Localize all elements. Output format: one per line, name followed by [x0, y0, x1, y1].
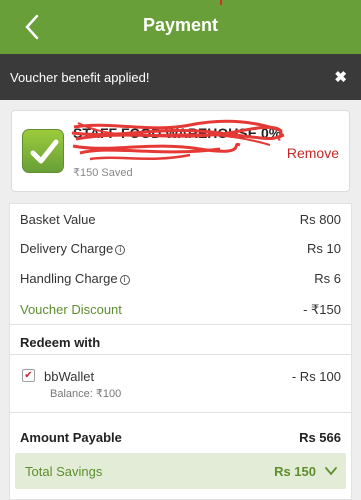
- chevron-down-icon[interactable]: [324, 464, 338, 478]
- info-icon[interactable]: i: [115, 245, 126, 255]
- voucher-discount-amount: - ₹150: [303, 302, 341, 317]
- page-title: Payment: [142, 15, 219, 35]
- bbwallet-label: bbWallet: [44, 369, 95, 384]
- redeem-title: Redeem with: [20, 335, 101, 350]
- handling-charge-label: Handling Charge: [20, 271, 118, 286]
- delivery-charge-label: Delivery Charge: [20, 241, 114, 256]
- delivery-charge-amount: Rs 10: [307, 241, 341, 256]
- voucher-saved: ₹150 Saved: [73, 167, 133, 179]
- divider: [10, 412, 351, 413]
- bbwallet-balance: Balance: ₹100: [50, 388, 122, 400]
- handling-charge-amount: Rs 6: [314, 271, 341, 286]
- check-icon: [22, 129, 64, 173]
- redaction-scribble: [71, 119, 285, 161]
- bbwallet-checkbox[interactable]: ✔: [22, 369, 35, 382]
- remove-voucher-button[interactable]: Remove: [287, 145, 339, 161]
- total-savings-value: Rs 150: [274, 464, 316, 479]
- total-savings-bar[interactable]: Total Savings Rs 150: [15, 453, 346, 489]
- voucher-card: STAFF FOOD WAREHOUSE 0% ₹150 Saved Remov…: [11, 110, 350, 192]
- total-savings-label: Total Savings: [25, 464, 103, 479]
- toast-message: Voucher benefit applied!: [10, 70, 150, 85]
- close-toast-icon[interactable]: ✖: [334, 68, 347, 86]
- voucher-toast: Voucher benefit applied! ✖: [0, 54, 361, 100]
- bbwallet-amount: - Rs 100: [291, 369, 341, 384]
- voucher-discount-label: Voucher Discount: [20, 302, 122, 317]
- amount-payable-label: Amount Payable: [20, 430, 122, 445]
- info-icon[interactable]: i: [119, 275, 130, 285]
- divider: [10, 354, 351, 355]
- basket-value-amount: Rs 800: [299, 212, 341, 227]
- bill-summary: Basket Value Rs 800 Delivery Charge i Rs …: [9, 203, 352, 500]
- app-header: Payment: [0, 0, 361, 54]
- basket-value-label: Basket Value: [20, 212, 96, 227]
- amount-payable-value: Rs 566: [299, 430, 341, 445]
- divider: [10, 324, 351, 325]
- red-marker: [220, 0, 222, 5]
